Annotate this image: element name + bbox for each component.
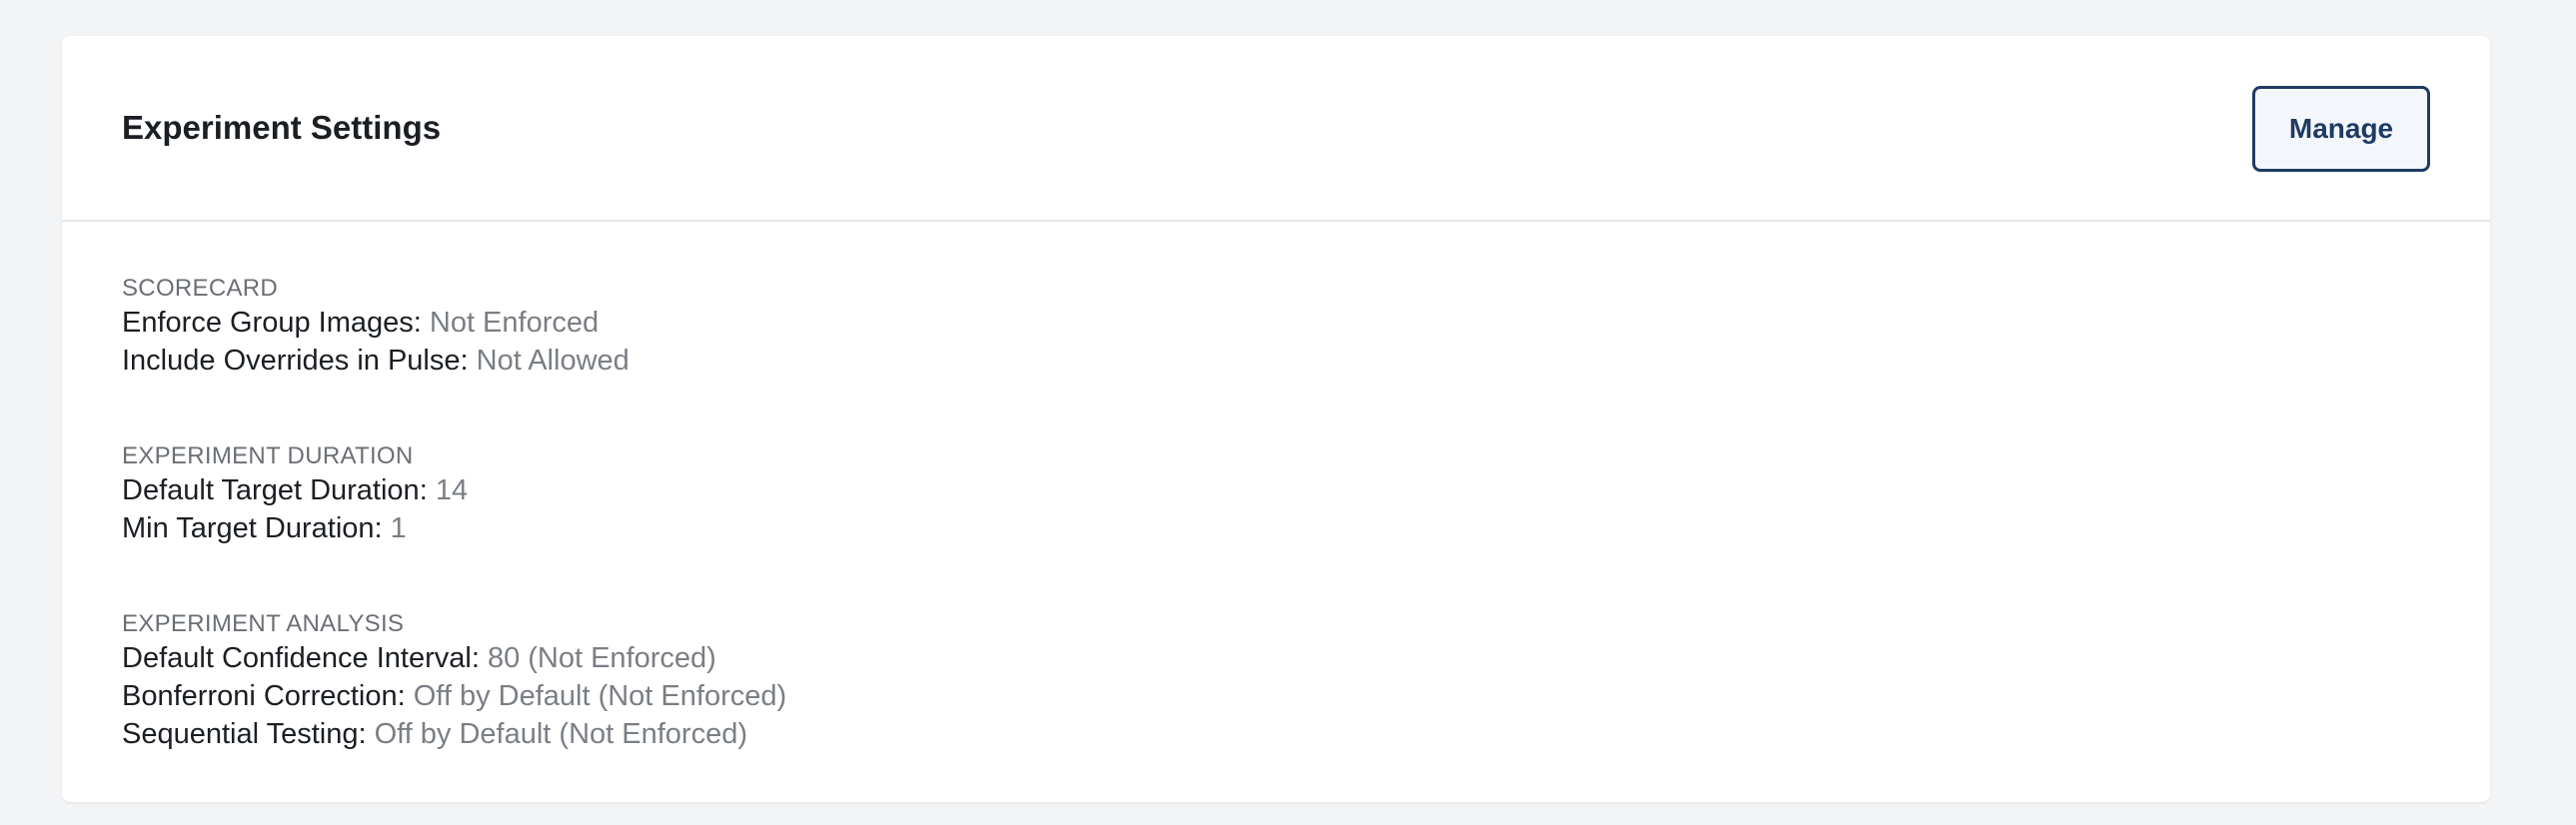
setting-key: Bonferroni Correction:: [122, 680, 414, 712]
setting-row-min-target-duration: Min Target Duration: 1: [122, 509, 468, 547]
setting-row-sequential-testing: Sequential Testing: Off by Default (Not …: [122, 715, 786, 753]
setting-key: Enforce Group Images:: [122, 307, 430, 339]
setting-value: 14: [435, 474, 469, 506]
manage-button[interactable]: Manage: [2252, 86, 2430, 172]
section-label: EXPERIMENT ANALYSIS: [122, 610, 405, 637]
setting-key: Default Confidence Interval:: [122, 642, 488, 674]
section-experiment-duration: EXPERIMENT DURATION Default Target Durat…: [122, 441, 468, 547]
setting-row-include-overrides: Include Overrides in Pulse: Not Allowed: [122, 342, 630, 380]
setting-key: Default Target Duration:: [122, 474, 436, 506]
experiment-settings-card: Experiment Settings Manage SCORECARD Enf…: [62, 36, 2490, 802]
setting-row-enforce-group-images: Enforce Group Images: Not Enforced: [122, 304, 630, 342]
section-label: EXPERIMENT DURATION: [122, 442, 414, 469]
setting-row-bonferroni-correction: Bonferroni Correction: Off by Default (N…: [122, 677, 786, 715]
card-title: Experiment Settings: [122, 109, 442, 146]
setting-value: Not Allowed: [476, 345, 630, 377]
section-label: SCORECARD: [122, 275, 279, 302]
setting-key: Include Overrides in Pulse:: [122, 345, 477, 377]
setting-row-default-confidence-interval: Default Confidence Interval: 80 (Not Enf…: [122, 639, 786, 677]
section-scorecard: SCORECARD Enforce Group Images: Not Enfo…: [122, 274, 630, 380]
setting-key: Sequential Testing:: [122, 718, 375, 750]
section-experiment-analysis: EXPERIMENT ANALYSIS Default Confidence I…: [122, 609, 786, 753]
setting-value: Not Enforced: [429, 307, 600, 339]
setting-key: Min Target Duration:: [122, 512, 391, 544]
setting-value: 80 (Not Enforced): [487, 642, 716, 674]
setting-value: Off by Default (Not Enforced): [374, 718, 747, 750]
setting-value: Off by Default (Not Enforced): [413, 680, 787, 712]
setting-row-default-target-duration: Default Target Duration: 14: [122, 471, 468, 509]
setting-value: 1: [390, 512, 407, 544]
card-header: Experiment Settings Manage: [62, 36, 2490, 222]
